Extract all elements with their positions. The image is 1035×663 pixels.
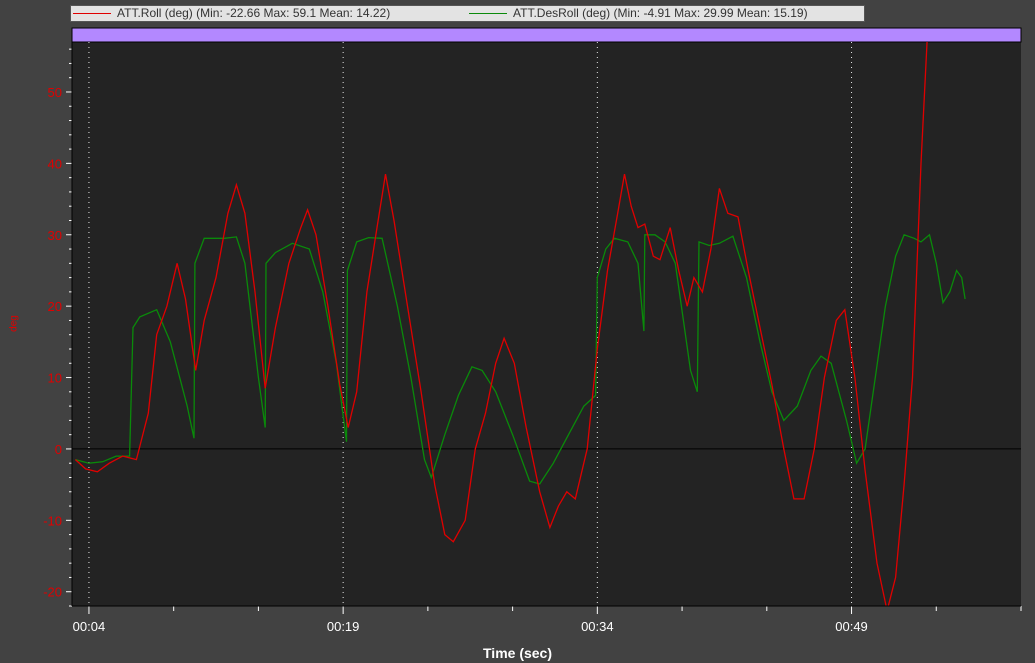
plot-area	[72, 28, 1021, 606]
y-tick-label: 50	[48, 85, 62, 100]
chart-canvas: 00:04 00:19 00:34 00:49 -20 -10 0 10 20 30 40 50	[43, 27, 1022, 634]
y-tick-label: -10	[43, 513, 62, 528]
y-tick-label: 40	[48, 156, 62, 171]
y-tick-label: 30	[48, 228, 62, 243]
y-tick-label: 20	[48, 299, 62, 314]
x-tick-label: 00:19	[327, 619, 360, 634]
event-band	[71, 27, 1022, 43]
x-tick-label: 00:34	[581, 619, 614, 634]
legend-swatch-desroll	[469, 13, 507, 14]
y-tick-label: 0	[55, 442, 62, 457]
y-tick-label: 10	[48, 371, 62, 386]
x-axis-label: Time (sec)	[483, 645, 552, 661]
legend-swatch-roll	[73, 13, 111, 14]
x-tick-label: 00:49	[835, 619, 868, 634]
legend-label-roll: ATT.Roll (deg) (Min: -22.66 Max: 59.1 Me…	[117, 6, 391, 20]
legend-label-desroll: ATT.DesRoll (deg) (Min: -4.91 Max: 29.99…	[513, 6, 808, 20]
legend: ATT.Roll (deg) (Min: -22.66 Max: 59.1 Me…	[70, 5, 865, 22]
x-tick-label: 00:04	[73, 619, 106, 634]
y-tick-label: -20	[43, 585, 62, 600]
y-axis-label: deg	[8, 315, 20, 332]
